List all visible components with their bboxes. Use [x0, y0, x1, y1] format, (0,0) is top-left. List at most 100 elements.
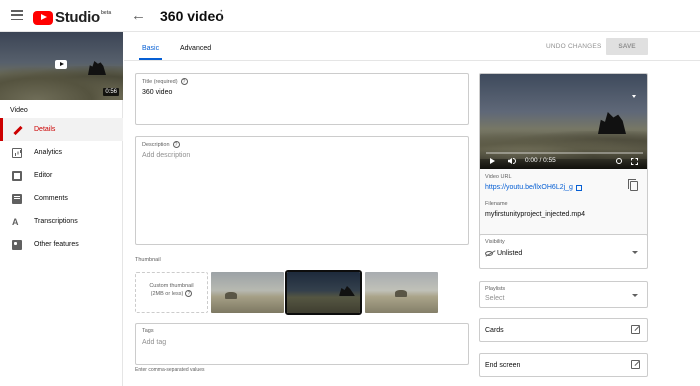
filename-value: myfirstunityproject_injected.mp4: [485, 211, 585, 218]
top-bar: Studio beta ← 360 video ⋮: [0, 0, 700, 32]
sidebar-item-label: Comments: [34, 195, 68, 202]
thumbnail-label: Thumbnail: [135, 257, 161, 263]
cards-button[interactable]: Cards: [479, 318, 648, 342]
sidebar-item-other-features[interactable]: Other features: [0, 233, 123, 256]
end-screen-button[interactable]: End screen: [479, 353, 648, 377]
thumbnail-option-1[interactable]: [211, 272, 284, 313]
main-content: Basic Advanced UNDO CHANGES SAVE Title (…: [124, 32, 700, 386]
description-label-row: Description ?: [142, 141, 180, 148]
pencil-icon: [12, 125, 22, 135]
thumbnail-rock: [395, 290, 407, 297]
end-screen-label: End screen: [485, 362, 521, 369]
playlists-dropdown[interactable]: Playlists Select: [479, 281, 648, 308]
settings-gear-icon[interactable]: [616, 158, 622, 164]
player-controls: 0:00 / 0:55: [480, 149, 647, 169]
volume-wave-icon: [513, 158, 516, 164]
save-button[interactable]: SAVE: [606, 38, 648, 55]
sidebar-item-editor[interactable]: Editor: [0, 164, 123, 187]
sidebar-item-details[interactable]: Details: [0, 118, 123, 141]
video-thumbnail[interactable]: 0:56: [0, 32, 123, 100]
help-icon[interactable]: ?: [185, 290, 193, 297]
video-preview-card: 0:00 / 0:55 Video URL https://youtu.be/l…: [479, 73, 648, 259]
description-label: Description: [142, 141, 170, 148]
undo-changes-button[interactable]: UNDO CHANGES: [546, 43, 602, 50]
sidebar-nav: Details Analytics Editor Comments A Tran…: [0, 118, 123, 256]
open-in-new-icon: [631, 360, 640, 369]
title-input[interactable]: 360 video: [142, 89, 172, 96]
external-link-icon[interactable]: [575, 184, 582, 191]
video-url-label: Video URL: [485, 174, 512, 180]
description-field[interactable]: Description ? Add description: [135, 136, 469, 245]
custom-thumbnail-label: Custom thumbnail: [149, 283, 194, 289]
title-label: Title (required): [142, 78, 178, 85]
tags-label: Tags: [142, 328, 154, 334]
sidebar-item-comments[interactable]: Comments: [0, 187, 123, 210]
tab-basic[interactable]: Basic: [138, 45, 163, 60]
custom-thumbnail-note-row: (2MB or less)?: [136, 290, 207, 298]
logo-badge: beta: [100, 10, 112, 16]
youtube-logo-icon: [33, 10, 53, 25]
sidebar-item-label: Editor: [34, 172, 53, 179]
title-label-row: Title (required) ?: [142, 78, 188, 85]
studio-logo[interactable]: Studio beta: [33, 9, 111, 26]
play-icon[interactable]: [490, 158, 495, 164]
description-input[interactable]: Add description: [142, 152, 190, 159]
thumbnail-structure: [88, 61, 106, 75]
sidebar-item-label: Transcriptions: [34, 218, 78, 225]
more-options-icon[interactable]: ⋮: [215, 8, 228, 21]
logo-text: Studio: [55, 9, 100, 26]
tags-input[interactable]: Add tag: [142, 339, 166, 346]
video-time: 0:00 / 0:55: [525, 157, 556, 164]
eye-off-icon: [485, 251, 493, 256]
video-structure: [598, 112, 626, 134]
playlists-placeholder: Select: [485, 295, 505, 302]
analytics-icon: [12, 147, 22, 158]
chevron-down-icon: [632, 251, 638, 254]
custom-thumbnail-note: (2MB or less): [150, 291, 184, 297]
thumbnail-rock: [339, 286, 355, 296]
sidebar-item-label: Other features: [34, 241, 79, 248]
thumbnail-rock: [225, 292, 237, 299]
help-icon[interactable]: ?: [180, 78, 188, 85]
copy-icon[interactable]: [628, 179, 638, 191]
sidebar-item-transcriptions[interactable]: A Transcriptions: [0, 210, 123, 233]
video-url-link[interactable]: https://youtu.be/llxOH6L2j_g: [485, 184, 582, 191]
chevron-down-icon: [632, 294, 638, 297]
film-icon: [12, 170, 22, 181]
video-duration: 0:56: [103, 88, 119, 96]
thumbnail-option-3[interactable]: [365, 272, 438, 313]
title-field[interactable]: Title (required) ? 360 video: [135, 73, 469, 125]
sidebar-item-label: Details: [34, 126, 56, 133]
cards-label: Cards: [485, 327, 504, 334]
playlists-label: Playlists: [485, 286, 506, 292]
open-in-new-icon: [631, 325, 640, 334]
video-player[interactable]: 0:00 / 0:55: [480, 74, 647, 169]
menu-icon[interactable]: [11, 10, 23, 20]
tab-bar: Basic Advanced UNDO CHANGES SAVE: [124, 32, 700, 61]
sidebar: 0:56 Video Details Analytics Editor Comm…: [0, 32, 123, 386]
sidebar-item-analytics[interactable]: Analytics: [0, 141, 123, 164]
video-url-text[interactable]: https://youtu.be/llxOH6L2j_g: [485, 184, 573, 191]
back-arrow-icon[interactable]: ←: [131, 7, 146, 24]
tab-advanced[interactable]: Advanced: [180, 45, 211, 52]
visibility-value: Unlisted: [497, 250, 523, 257]
fullscreen-icon[interactable]: [631, 158, 638, 165]
translate-icon: A: [12, 216, 19, 227]
custom-thumbnail-button[interactable]: Custom thumbnail (2MB or less)?: [135, 272, 208, 313]
sidebar-item-label: Analytics: [34, 149, 63, 156]
progress-bar[interactable]: [486, 152, 643, 154]
comment-icon: [12, 193, 22, 204]
tags-field[interactable]: Tags Add tag: [135, 323, 469, 365]
sidebar-section-label: Video: [10, 107, 28, 114]
thumbnail-option-2-selected[interactable]: [285, 270, 362, 315]
visibility-value-row: Unlisted: [485, 250, 522, 257]
other-features-icon: [12, 239, 22, 250]
play-icon[interactable]: [55, 60, 67, 69]
volume-icon[interactable]: [508, 158, 512, 164]
caret-down-icon[interactable]: [632, 95, 636, 98]
visibility-label: Visibility: [485, 239, 505, 245]
help-icon[interactable]: ?: [172, 141, 180, 148]
visibility-dropdown[interactable]: Visibility Unlisted: [479, 234, 648, 269]
filename-label: Filename: [485, 201, 508, 207]
tags-help-text: Enter comma-separated values: [135, 367, 205, 373]
